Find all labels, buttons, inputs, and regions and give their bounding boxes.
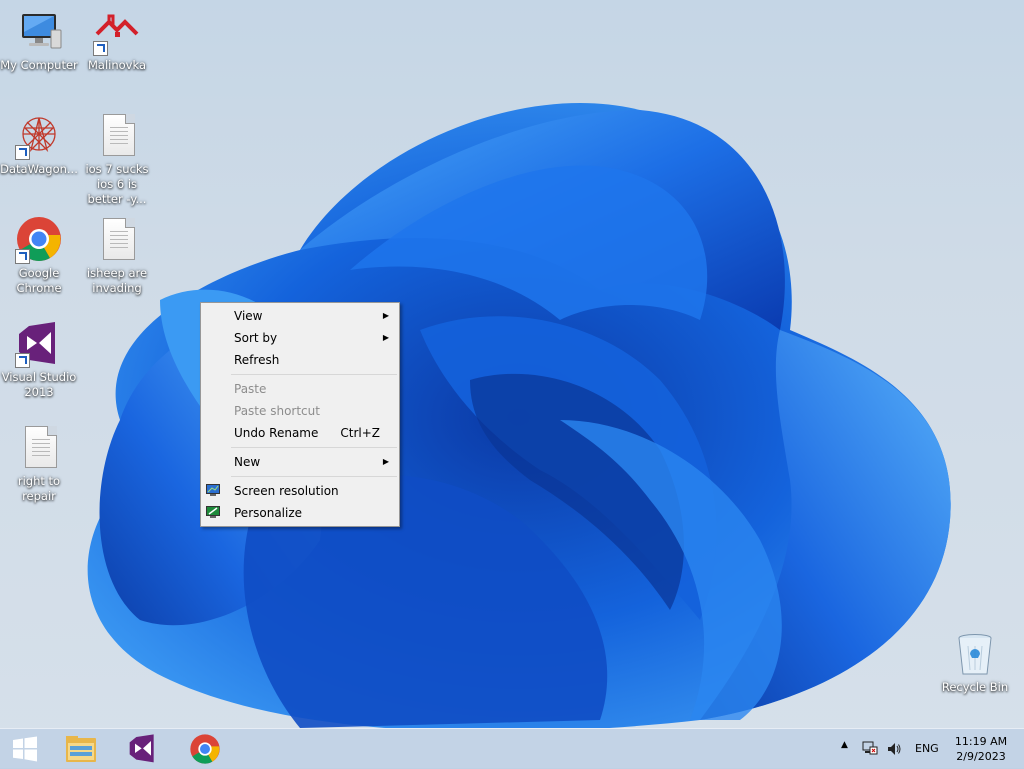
datawagon-app-icon [15, 112, 63, 160]
chrome-icon [15, 216, 63, 264]
desktop-icon-visual-studio[interactable]: Visual Studio 2013 [0, 320, 78, 400]
desktop-icon-text-file-isheep[interactable]: isheep are invading [78, 216, 156, 296]
file-explorer-icon [66, 736, 96, 762]
desktop-icon-google-chrome[interactable]: Google Chrome [0, 216, 78, 296]
menu-item-undo-rename[interactable]: Undo Rename Ctrl+Z [201, 422, 399, 444]
menu-item-label: Refresh [234, 353, 280, 367]
text-file-icon [93, 112, 141, 160]
menu-item-personalize[interactable]: Personalize [201, 502, 399, 524]
menu-separator [231, 476, 397, 477]
desktop-icon-label: DataWagon... [0, 162, 78, 176]
menu-item-label: View [234, 309, 263, 323]
desktop-icon-label: Malinovka [88, 58, 146, 72]
submenu-arrow-icon: ▶ [382, 333, 389, 342]
desktop-icon-label: Visual Studio 2013 [1, 370, 77, 399]
network-icon [862, 741, 878, 755]
recycle-bin-icon [951, 630, 999, 678]
submenu-arrow-icon: ▶ [382, 457, 389, 466]
clock-button[interactable]: 11:19 AM 2/9/2023 [950, 729, 1012, 769]
desktop-icon-label: My Computer [0, 58, 78, 72]
desktop-icon-label: Google Chrome [16, 266, 62, 295]
computer-icon [15, 8, 63, 56]
menu-item-paste-shortcut: Paste shortcut [201, 400, 399, 422]
desktop-context-menu: View ▶ Sort by ▶ Refresh Paste Paste sho… [200, 302, 400, 527]
monitor-icon [206, 484, 220, 496]
visual-studio-icon [129, 734, 154, 763]
language-indicator: ENG [915, 742, 939, 755]
shortcut-arrow-icon [93, 41, 108, 56]
desktop-icon-label: isheep are invading [86, 266, 148, 295]
shortcut-arrow-icon [15, 249, 30, 264]
menu-separator [231, 374, 397, 375]
show-hidden-icons-button[interactable]: ▲ [838, 729, 852, 769]
desktop-icon-malinovka[interactable]: Malinovka [78, 8, 156, 73]
windows-logo-icon [13, 736, 37, 762]
volume-tray-button[interactable] [884, 729, 904, 769]
menu-item-label: New [234, 455, 261, 469]
menu-item-view[interactable]: View ▶ [201, 305, 399, 327]
menu-item-screen-resolution[interactable]: Screen resolution [201, 480, 399, 502]
taskbar: ▲ ENG 11:19 AM 2/9/2023 [0, 728, 1024, 769]
malinovka-app-icon [93, 8, 141, 56]
clock-time: 11:19 AM [954, 735, 1008, 748]
menu-item-label: Personalize [234, 506, 303, 520]
submenu-arrow-icon: ▶ [382, 311, 389, 320]
menu-item-label: Undo Rename [234, 426, 319, 440]
clock-date: 2/9/2023 [956, 750, 1006, 763]
desktop-wallpaper [87, 103, 951, 728]
desktop-icon-label: ios 7 sucks ios 6 is better -y... [85, 162, 149, 206]
menu-separator [231, 447, 397, 448]
menu-item-sort-by[interactable]: Sort by ▶ [201, 327, 399, 349]
desktop-icon-recycle-bin[interactable]: Recycle Bin [936, 630, 1014, 695]
desktop-icon-label: right to repair [17, 474, 61, 503]
desktop-icon-datawagon[interactable]: DataWagon... [0, 112, 78, 177]
menu-item-shortcut: Ctrl+Z [340, 426, 380, 440]
chevron-up-icon: ▲ [841, 740, 848, 750]
taskbar-file-explorer[interactable] [52, 729, 110, 769]
speaker-icon [888, 743, 901, 755]
menu-item-new[interactable]: New ▶ [201, 451, 399, 473]
personalize-icon [206, 506, 220, 518]
menu-item-label: Paste shortcut [234, 404, 320, 418]
desktop-icon-text-file-ios[interactable]: ios 7 sucks ios 6 is better -y... [78, 112, 156, 207]
text-file-icon [93, 216, 141, 264]
desktop-icon-text-file-right-to-repair[interactable]: right to repair [0, 424, 78, 504]
text-file-icon [15, 424, 63, 472]
menu-item-label: Sort by [234, 331, 278, 345]
menu-item-label: Paste [234, 382, 267, 396]
desktop-icon-label: Recycle Bin [941, 680, 1009, 694]
start-button[interactable] [0, 729, 58, 769]
chrome-icon [190, 734, 220, 764]
input-language-button[interactable]: ENG [910, 729, 944, 769]
desktop-icon-my-computer[interactable]: My Computer [0, 8, 78, 73]
taskbar-chrome[interactable] [176, 729, 234, 769]
shortcut-arrow-icon [15, 145, 30, 160]
menu-item-paste: Paste [201, 378, 399, 400]
taskbar-visual-studio[interactable] [114, 729, 172, 769]
visual-studio-icon [15, 320, 63, 368]
network-tray-button[interactable] [860, 729, 880, 769]
shortcut-arrow-icon [15, 353, 30, 368]
menu-item-label: Screen resolution [234, 484, 339, 498]
menu-item-refresh[interactable]: Refresh [201, 349, 399, 371]
